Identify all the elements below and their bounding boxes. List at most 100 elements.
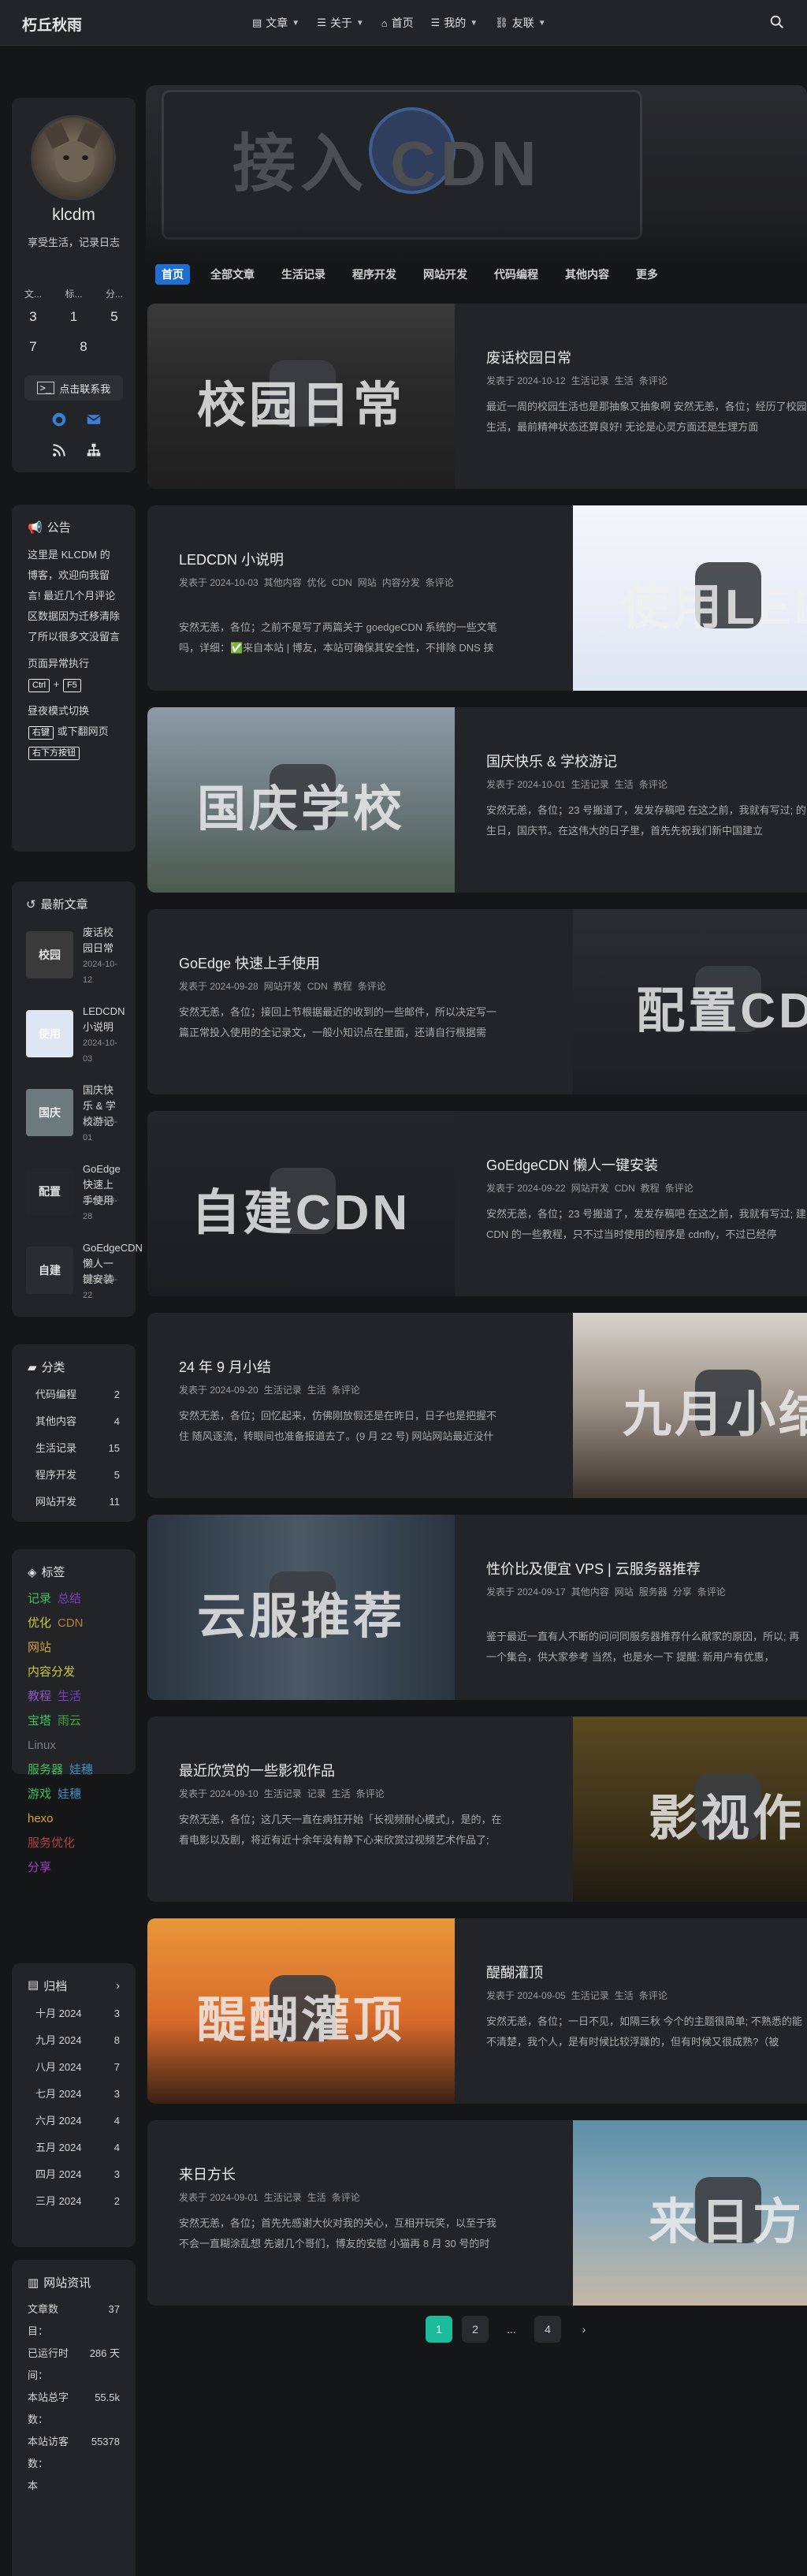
post-cover-image[interactable]: 配置CD: [573, 909, 807, 1094]
post-meta-item[interactable]: 条评论: [426, 577, 454, 588]
post-meta-item[interactable]: 生活: [332, 1788, 351, 1799]
post-title[interactable]: 废话校园日常: [486, 347, 571, 367]
post-title[interactable]: 24 年 9 月小结: [179, 1356, 271, 1377]
avatar[interactable]: [31, 115, 116, 200]
post-cover-image[interactable]: 九月小结: [573, 1313, 807, 1498]
post-meta-item[interactable]: 记录: [307, 1788, 326, 1799]
tag-link[interactable]: 记录: [28, 1592, 51, 1605]
contact-button[interactable]: >_ 点击联系我: [24, 375, 123, 401]
post-title[interactable]: 国庆快乐 & 学校游记: [486, 751, 617, 771]
post-title[interactable]: 最近欣赏的一些影视作品: [179, 1760, 335, 1780]
archive-item[interactable]: 七月 2024 3: [28, 2081, 120, 2108]
post-title[interactable]: GoEdge 快速上手使用: [179, 952, 320, 973]
tag-link[interactable]: 总结: [58, 1592, 81, 1605]
post-meta-item[interactable]: 生活: [307, 2192, 326, 2203]
category-tab[interactable]: 网站开发: [417, 264, 474, 285]
stat-label[interactable]: 文...: [21, 287, 45, 300]
sitemap-icon[interactable]: [86, 442, 102, 458]
post-card[interactable]: 自建CDN GoEdgeCDN 懒人一键安装 发表于 2024-09-22 网站开发 C…: [147, 1111, 807, 1296]
category-tab[interactable]: 其他内容: [559, 264, 615, 285]
archive-item[interactable]: 八月 2024 7: [28, 2054, 120, 2081]
archive-item[interactable]: 九月 2024 8: [28, 2027, 120, 2054]
stat-value[interactable]: 1: [62, 309, 86, 325]
post-title[interactable]: 醍醐灌顶: [486, 1962, 543, 1982]
post-meta-item[interactable]: 生活记录: [264, 2192, 302, 2203]
post-cover-image[interactable]: 国庆学校: [147, 707, 455, 893]
post-meta-item[interactable]: 服务器: [639, 1586, 668, 1597]
post-meta-item[interactable]: 生活: [615, 1990, 634, 2001]
post-meta-item[interactable]: 条评论: [358, 981, 386, 992]
nav-item[interactable]: ⌂ 首页: [381, 15, 414, 31]
recent-thumb[interactable]: 使用: [26, 1010, 73, 1057]
post-card[interactable]: 来日方 来日方长 发表于 2024-09-01 生活记录 生活 条评论 安然无恙，各位；首先…: [147, 2120, 807, 2306]
nav-item[interactable]: ☰ 关于 ▼: [317, 15, 364, 31]
tag-link[interactable]: 服务器: [28, 1763, 63, 1776]
nav-item[interactable]: ☰ 我的 ▼: [431, 15, 478, 31]
post-meta-item[interactable]: 其他内容: [571, 1586, 609, 1597]
post-meta-item[interactable]: 条评论: [639, 375, 668, 386]
post-meta-item[interactable]: 优化: [307, 577, 326, 588]
site-logo[interactable]: 朽丘秋雨: [22, 13, 82, 35]
post-meta-item[interactable]: 教程: [641, 1183, 660, 1194]
tag-link[interactable]: 网站: [28, 1641, 51, 1654]
tag-link[interactable]: 服务优化: [28, 1836, 75, 1850]
tag-link[interactable]: hexo: [28, 1812, 54, 1825]
post-card[interactable]: 配置CD GoEdge 快速上手使用 发表于 2024-09-28 网站开发 CDN 教程…: [147, 909, 807, 1094]
recent-post[interactable]: 国庆 国庆快乐 & 学校游记 2024-10-01: [26, 1083, 122, 1154]
tag-link[interactable]: Linux: [28, 1739, 56, 1752]
category-item[interactable]: 网站开发 11: [28, 1489, 120, 1515]
post-cover-image[interactable]: 醍醐灌顶: [147, 1918, 455, 2104]
recent-post[interactable]: 校园 废话校园日常 2024-10-12: [26, 925, 122, 996]
post-meta-item[interactable]: 网站: [615, 1586, 634, 1597]
next-page-icon[interactable]: ›: [571, 2316, 597, 2343]
tag-link[interactable]: 雨云: [58, 1714, 81, 1728]
email-icon[interactable]: [86, 412, 102, 427]
post-meta-item[interactable]: 网站开发: [571, 1183, 609, 1194]
post-meta-item[interactable]: 生活记录: [264, 1385, 302, 1396]
post-cover-image[interactable]: 校园日常: [147, 304, 455, 489]
github-icon[interactable]: [51, 412, 67, 427]
recent-post[interactable]: 使用 LEDCDN 小说明 2024-10-03: [26, 1004, 125, 1075]
post-meta-item[interactable]: 生活记录: [571, 375, 609, 386]
stat-value[interactable]: 3: [21, 309, 45, 325]
post-cover-image[interactable]: 来日方: [573, 2120, 807, 2306]
post-title[interactable]: GoEdgeCDN 懒人一键安装: [486, 1154, 658, 1175]
archive-item[interactable]: 十月 2024 3: [28, 2000, 120, 2027]
category-tab[interactable]: 首页: [155, 264, 190, 285]
archive-item[interactable]: 四月 2024 3: [28, 2161, 120, 2188]
post-meta-item[interactable]: 内容分发: [382, 577, 420, 588]
tag-link[interactable]: 分享: [28, 1861, 51, 1874]
recent-post[interactable]: 配置 GoEdge 快速上手使用 2024-09-28: [26, 1161, 122, 1232]
post-meta-item[interactable]: 其他内容: [264, 577, 302, 588]
category-tab[interactable]: 更多: [630, 264, 664, 285]
post-meta-item[interactable]: 生活: [615, 779, 634, 790]
tag-link[interactable]: 娃穗: [69, 1763, 93, 1776]
nav-item[interactable]: ▤ 文章 ▼: [252, 15, 299, 31]
post-meta-item[interactable]: 条评论: [332, 1385, 360, 1396]
stat-label[interactable]: 分...: [102, 287, 126, 300]
tag-link[interactable]: CDN: [58, 1616, 84, 1630]
post-meta-item[interactable]: 网站: [358, 577, 377, 588]
post-card[interactable]: 影视作 最近欣赏的一些影视作品 发表于 2024-09-10 生活记录 记录 生活 条评论安…: [147, 1717, 807, 1902]
recent-post-title[interactable]: 废话校园日常: [83, 925, 122, 956]
recent-post[interactable]: 自建 GoEdgeCDN 懒人一键安装 2024-09-22: [26, 1240, 143, 1311]
stat-value[interactable]: 7: [21, 339, 45, 355]
recent-thumb[interactable]: 自建: [26, 1247, 73, 1294]
recent-thumb[interactable]: 校园: [26, 931, 73, 979]
post-meta-item[interactable]: 分享: [673, 1586, 692, 1597]
category-item[interactable]: 代码编程 2: [28, 1381, 120, 1408]
rss-icon[interactable]: [51, 442, 67, 458]
post-meta-item[interactable]: 条评论: [356, 1788, 385, 1799]
tag-link[interactable]: 优化: [28, 1616, 51, 1630]
stat-label[interactable]: 标...: [62, 287, 86, 300]
post-meta-item[interactable]: 条评论: [639, 779, 668, 790]
tag-link[interactable]: 教程: [28, 1690, 51, 1703]
category-tab[interactable]: 代码编程: [488, 264, 545, 285]
chevron-right-icon[interactable]: ›: [116, 1979, 120, 1993]
post-meta-item[interactable]: 条评论: [332, 2192, 360, 2203]
tag-link[interactable]: 娃穗: [58, 1788, 81, 1801]
post-card[interactable]: 使用LED LEDCDN 小说明发表于 2024-10-03 其他内容优化 CDN 网站…: [147, 505, 807, 691]
post-meta-item[interactable]: CDN: [332, 577, 352, 588]
post-card[interactable]: 九月小结 24 年 9 月小结 发表于 2024-09-20 生活记录 生活 条评论 安然无…: [147, 1313, 807, 1498]
post-title[interactable]: 来日方长: [179, 2164, 236, 2184]
